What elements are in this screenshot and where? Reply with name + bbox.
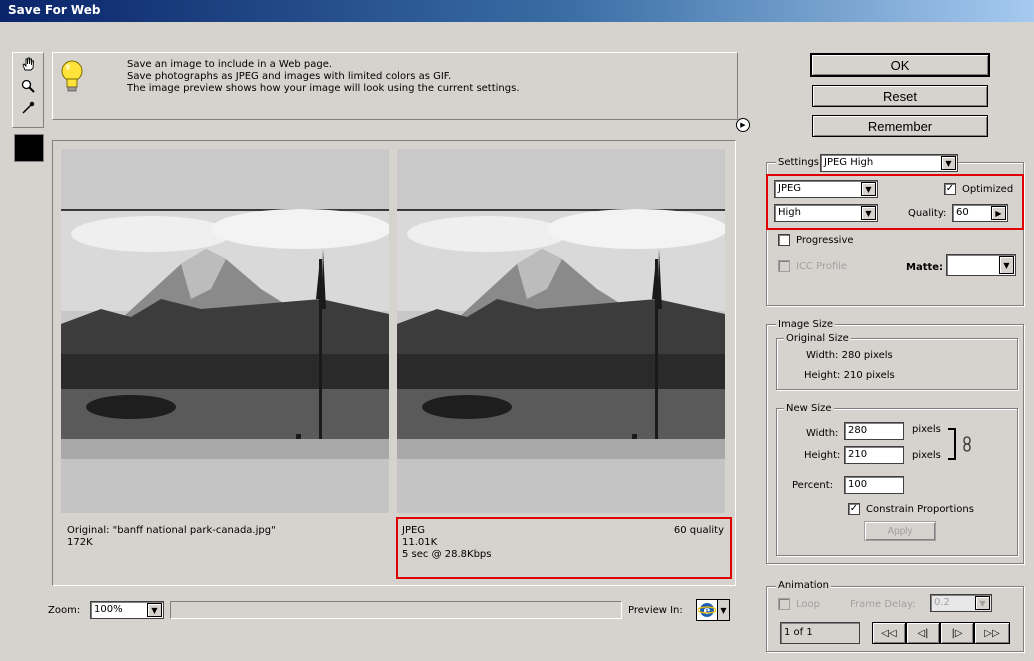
settings-preset-select[interactable]: JPEG High ▼ xyxy=(820,154,958,172)
settings-preset-value: JPEG High xyxy=(824,157,874,168)
optimized-checkbox[interactable]: ✓ xyxy=(944,183,956,195)
preview-in-label: Preview In: xyxy=(628,605,683,616)
animation-title: Animation xyxy=(776,580,831,592)
loop-label: Loop xyxy=(796,599,820,610)
frame-delay-select[interactable]: 0.2 ▼ xyxy=(930,594,992,612)
format-value: JPEG xyxy=(778,183,802,194)
lightbulb-icon xyxy=(59,59,85,96)
chevron-down-icon: ▼ xyxy=(999,256,1014,274)
frame-delay-label: Frame Delay: xyxy=(850,599,916,610)
original-filesize: 172K xyxy=(67,537,93,548)
original-landscape-image xyxy=(61,149,389,513)
hand-tool-icon[interactable] xyxy=(19,55,37,73)
status-bar xyxy=(170,601,622,619)
tool-palette xyxy=(12,52,44,128)
constrain-proportions-label: Constrain Proportions xyxy=(866,504,974,515)
new-size-title: New Size xyxy=(784,403,834,415)
eyedropper-color-swatch[interactable] xyxy=(14,134,44,162)
quality-value: 60 xyxy=(956,207,969,218)
constrain-proportions-checkbox[interactable]: ✓ xyxy=(848,503,860,515)
link-bracket xyxy=(948,428,956,460)
zoom-value: 100% xyxy=(94,604,123,615)
original-filename: Original: "banff national park-canada.jp… xyxy=(67,525,276,536)
zoom-label: Zoom: xyxy=(48,605,81,616)
last-frame-button[interactable]: ▷▷ xyxy=(974,622,1010,644)
ok-button[interactable]: OK xyxy=(810,53,990,77)
width-label: Width: xyxy=(806,428,839,439)
chevron-down-icon: ▼ xyxy=(975,596,990,610)
icc-profile-checkbox[interactable] xyxy=(778,260,790,272)
preview-browser-select[interactable]: e ▼ xyxy=(696,599,730,621)
original-size-title: Original Size xyxy=(784,333,851,345)
zoom-tool-icon[interactable] xyxy=(19,77,37,95)
original-preview-pane[interactable] xyxy=(61,149,389,513)
previous-frame-button[interactable]: ◁| xyxy=(906,622,940,644)
original-width: Width: 280 pixels xyxy=(806,350,893,361)
loop-checkbox[interactable] xyxy=(778,598,790,610)
chevron-down-icon: ▼ xyxy=(717,600,729,620)
original-height: Height: 210 pixels xyxy=(804,370,895,381)
apply-button[interactable]: Apply xyxy=(864,521,936,541)
original-info-panel: Original: "banff national park-canada.jp… xyxy=(61,517,389,577)
preview-menu-icon[interactable]: ▶ xyxy=(736,118,750,132)
quality-preset-value: High xyxy=(778,207,801,218)
eyedropper-tool-icon[interactable] xyxy=(19,99,37,117)
icc-profile-label: ICC Profile xyxy=(796,261,848,272)
matte-select[interactable]: ▼ xyxy=(946,254,1016,276)
preview-frame: Original: "banff national park-canada.jp… xyxy=(52,140,736,586)
help-panel: Save an image to include in a Web page. … xyxy=(52,52,738,120)
quality-preset-select[interactable]: High ▼ xyxy=(774,204,878,222)
optimized-info-panel: JPEG 60 quality 11.01K 5 sec @ 28.8Kbps xyxy=(396,517,732,579)
percent-label: Percent: xyxy=(792,480,833,491)
matte-label: Matte: xyxy=(906,262,944,273)
first-frame-button[interactable]: ◁◁ xyxy=(872,622,906,644)
height-input[interactable]: 210 xyxy=(844,446,904,464)
optimized-landscape-image xyxy=(397,149,725,513)
remember-button[interactable]: Remember xyxy=(812,115,988,137)
quality-input[interactable]: 60 ▶ xyxy=(952,204,1008,222)
reset-button[interactable]: Reset xyxy=(812,85,988,107)
chevron-down-icon: ▼ xyxy=(147,603,162,617)
svg-text:e: e xyxy=(704,604,711,617)
height-label: Height: xyxy=(804,450,841,461)
chevron-down-icon: ▼ xyxy=(941,156,956,170)
chain-link-icon[interactable] xyxy=(962,436,972,455)
browser-icon: e xyxy=(697,600,717,620)
optimized-label: Optimized xyxy=(962,184,1014,195)
format-select[interactable]: JPEG ▼ xyxy=(774,180,878,198)
help-text-line-2: Save photographs as JPEG and images with… xyxy=(127,71,452,82)
help-text-line-1: Save an image to include in a Web page. xyxy=(127,59,333,70)
frame-delay-value: 0.2 xyxy=(934,597,950,608)
download-time: 5 sec @ 28.8Kbps xyxy=(402,549,492,560)
window-title-bar: Save For Web xyxy=(0,0,1034,22)
next-frame-button[interactable]: |▷ xyxy=(940,622,974,644)
original-size-group xyxy=(776,338,1018,390)
progressive-label: Progressive xyxy=(796,235,854,246)
quality-label: Quality: xyxy=(908,208,947,219)
progressive-checkbox[interactable] xyxy=(778,234,790,246)
zoom-select[interactable]: 100% ▼ xyxy=(90,601,164,619)
chevron-down-icon: ▼ xyxy=(861,182,876,196)
chevron-right-icon[interactable]: ▶ xyxy=(991,206,1006,220)
height-units: pixels xyxy=(912,450,941,461)
help-text-line-3: The image preview shows how your image w… xyxy=(127,83,520,94)
chevron-down-icon: ▼ xyxy=(861,206,876,220)
optimized-filesize: 11.01K xyxy=(402,537,438,548)
window-title: Save For Web xyxy=(8,3,101,17)
optimized-quality: 60 quality xyxy=(673,525,724,536)
width-units: pixels xyxy=(912,424,941,435)
image-size-title: Image Size xyxy=(776,319,836,331)
frame-counter: 1 of 1 xyxy=(780,622,860,644)
optimized-format: JPEG xyxy=(402,525,426,536)
optimized-preview-pane[interactable] xyxy=(397,149,725,513)
settings-label: Settings: xyxy=(776,157,825,169)
width-input[interactable]: 280 xyxy=(844,422,904,440)
percent-input[interactable]: 100 xyxy=(844,476,904,494)
